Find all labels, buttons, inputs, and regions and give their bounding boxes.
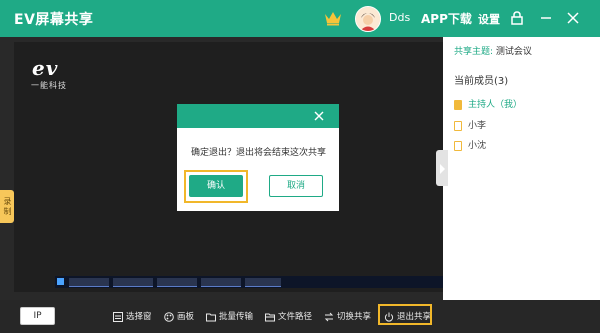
cancel-button[interactable]: 取消 xyxy=(269,175,323,197)
member-icon xyxy=(454,140,462,151)
remote-taskbar xyxy=(55,276,443,288)
windows-start-icon xyxy=(57,278,64,285)
switch-share-label: 切换共享 xyxy=(337,312,372,322)
avatar-image xyxy=(356,7,380,31)
app-title: EV屏幕共享 xyxy=(14,12,94,28)
whiteboard-button[interactable]: 画板 xyxy=(164,310,194,324)
select-window-label: 选择窗 xyxy=(126,312,152,322)
switch-share-button[interactable]: 切换共享 xyxy=(324,310,371,324)
taskbar-item xyxy=(69,278,109,287)
app-download-link[interactable]: APP下载 xyxy=(421,10,472,27)
chevron-right-icon xyxy=(440,164,445,174)
share-topic: 共享主题: 测试会议 xyxy=(454,44,532,57)
exit-share-highlight xyxy=(378,304,432,325)
dialog-close-icon[interactable] xyxy=(312,109,326,123)
taskbar-tray xyxy=(405,278,439,286)
lock-icon[interactable] xyxy=(509,10,525,26)
window-icon xyxy=(113,311,123,322)
batch-transfer-button[interactable]: 批量传输 xyxy=(206,310,253,324)
batch-transfer-label: 批量传输 xyxy=(219,312,254,322)
share-topic-label: 共享主题: xyxy=(454,47,494,57)
member-item[interactable]: 小沈 xyxy=(454,138,486,151)
folder-icon xyxy=(206,313,216,321)
share-topic-value: 测试会议 xyxy=(495,47,532,57)
whiteboard-label: 画板 xyxy=(177,312,195,322)
minimize-icon[interactable] xyxy=(538,10,554,26)
palette-icon xyxy=(164,311,174,322)
ip-button[interactable]: IP xyxy=(20,307,55,325)
title-bar: EV屏幕共享 Dds APP下载 设置 xyxy=(0,0,600,37)
member-item[interactable]: 小李 xyxy=(454,118,486,131)
confirm-button[interactable]: 确认 xyxy=(189,175,243,197)
record-tab[interactable]: 录制 xyxy=(0,190,14,223)
ev-logo-subtitle: 一能科技 xyxy=(31,81,67,90)
user-name[interactable]: Dds xyxy=(389,11,410,24)
host-icon xyxy=(454,99,462,110)
select-window-button[interactable]: 选择窗 xyxy=(113,310,152,324)
switch-icon xyxy=(324,312,334,321)
file-path-button[interactable]: 文件路径 xyxy=(265,310,312,324)
taskbar-item xyxy=(113,278,153,287)
crown-icon[interactable] xyxy=(324,10,342,26)
member-name: 小沈 xyxy=(468,141,487,151)
folder-open-icon xyxy=(265,313,275,321)
taskbar-item xyxy=(201,278,241,287)
members-title: 当前成员(3) xyxy=(454,76,509,87)
panel-collapse-button[interactable] xyxy=(436,150,448,186)
member-name: 主持人（我） xyxy=(468,100,523,110)
member-icon xyxy=(454,120,462,131)
file-path-label: 文件路径 xyxy=(278,312,313,322)
dialog-message: 确定退出？退出将会结束这次共享 xyxy=(191,148,327,158)
settings-link[interactable]: 设置 xyxy=(478,11,500,27)
avatar[interactable] xyxy=(355,6,381,32)
ev-logo: ev xyxy=(32,56,59,80)
taskbar-item xyxy=(157,278,197,287)
close-icon[interactable] xyxy=(565,10,581,26)
member-name: 小李 xyxy=(468,121,487,131)
member-item-host[interactable]: 主持人（我） xyxy=(454,97,522,110)
taskbar-item xyxy=(245,278,281,287)
